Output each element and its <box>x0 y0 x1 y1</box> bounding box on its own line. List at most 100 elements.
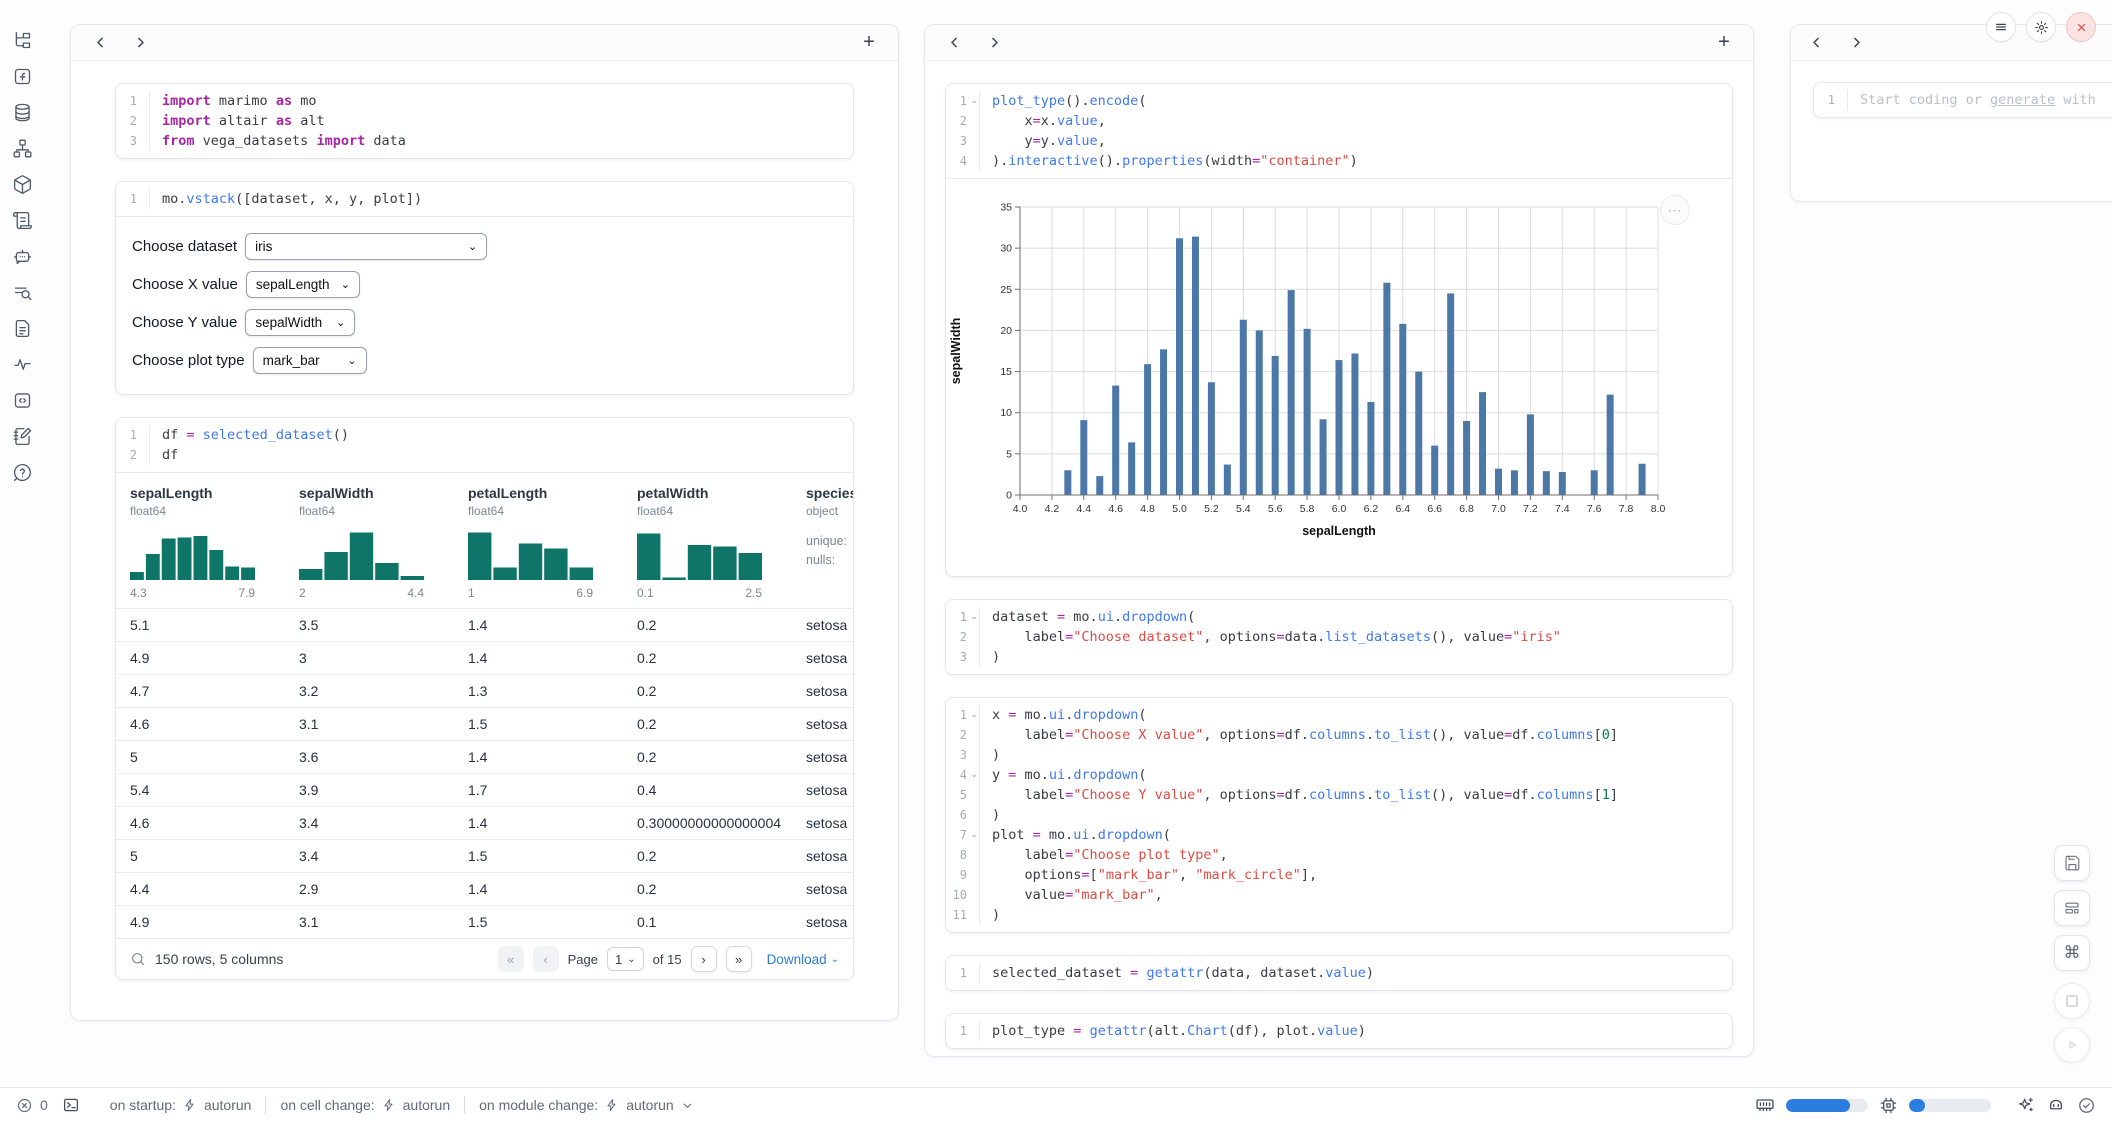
prev-page-button[interactable]: ‹ <box>533 946 559 972</box>
fold-chevron-icon[interactable]: ⌄ <box>970 824 978 844</box>
scratchpad-icon[interactable] <box>11 426 33 447</box>
cell-plot-type: 1plot_type = getattr(alt.Chart(df), plot… <box>945 1013 1733 1049</box>
column-next-button[interactable] <box>1843 30 1869 56</box>
code-editor[interactable]: 1⌄plot_type().encode(2 x=x.value,3 y=y.v… <box>946 84 1732 178</box>
table-row[interactable]: 4.63.41.40.30000000000000004setosa <box>116 806 853 839</box>
table-column-header[interactable]: speciesobjectunique:nulls: <box>806 485 853 600</box>
code-editor[interactable]: 1⌄dataset = mo.ui.dropdown(2 label="Choo… <box>946 600 1732 674</box>
column-prev-button[interactable] <box>1803 30 1829 56</box>
notebook-menu-button[interactable] <box>1986 12 2016 42</box>
add-cell-button[interactable]: + <box>856 30 882 56</box>
tracing-icon[interactable] <box>11 354 33 375</box>
on-cell-change-setting[interactable]: on cell change: autorun <box>280 1097 450 1113</box>
fold-chevron-icon[interactable]: ⌄ <box>970 606 978 626</box>
column-prev-button[interactable] <box>941 30 967 56</box>
table-column-header[interactable]: sepalWidthfloat6424.4 <box>299 485 468 600</box>
terminal-button[interactable] <box>62 1096 80 1114</box>
add-cell-button[interactable]: + <box>1711 30 1737 56</box>
code-editor[interactable]: 1⌄x = mo.ui.dropdown(2 label="Choose X v… <box>946 698 1732 932</box>
code-editor[interactable]: 1 Start coding or generate with <box>1814 90 2112 110</box>
table-cell: 0.30000000000000004 <box>637 815 806 831</box>
svg-text:6.8: 6.8 <box>1459 503 1474 515</box>
search-icon[interactable] <box>130 951 146 967</box>
y-value-select[interactable]: sepalWidth⌄ <box>245 309 355 336</box>
table-cell: 3.1 <box>299 716 468 732</box>
first-page-button[interactable]: « <box>498 946 524 972</box>
code-line: 8 label="Choose plot type", <box>946 845 1732 865</box>
svg-text:35: 35 <box>1000 202 1012 214</box>
last-page-button[interactable]: » <box>726 946 752 972</box>
table-row[interactable]: 4.63.11.50.2setosa <box>116 707 853 740</box>
run-all-button[interactable] <box>2054 1027 2090 1063</box>
code-editor[interactable]: 1selected_dataset = getattr(data, datase… <box>946 956 1732 990</box>
column-next-button[interactable] <box>127 30 153 56</box>
documentation-icon[interactable] <box>11 318 33 339</box>
table-column-header[interactable]: sepalLengthfloat644.37.9 <box>130 485 299 600</box>
table-cell: 5 <box>130 848 299 864</box>
chart-menu-button[interactable]: ⋯ <box>1660 195 1690 225</box>
table-row[interactable]: 4.93.11.50.1setosa <box>116 905 853 938</box>
table-column-header[interactable]: petalWidthfloat640.12.5 <box>637 485 806 600</box>
row-count: 150 rows, 5 columns <box>155 951 283 967</box>
functions-icon[interactable] <box>11 66 33 87</box>
error-indicator[interactable]: 0 <box>16 1097 48 1114</box>
layout-mode-button[interactable] <box>2054 890 2090 926</box>
dataframe-table: sepalLengthfloat644.37.9sepalWidthfloat6… <box>116 472 853 979</box>
fold-chevron-icon[interactable]: ⌄ <box>970 764 978 784</box>
logs-icon[interactable] <box>11 210 33 231</box>
code-editor[interactable]: 1df = selected_dataset()2df <box>116 418 853 472</box>
ai-sparkles-icon[interactable] <box>2016 1096 2035 1115</box>
stop-kernel-button[interactable] <box>2054 983 2090 1019</box>
code-line: 7⌄plot = mo.ui.dropdown( <box>946 825 1732 845</box>
next-page-button[interactable]: › <box>691 946 717 972</box>
code-editor[interactable]: 1mo.vstack([dataset, x, y, plot]) <box>116 182 853 216</box>
table-cell: 1.4 <box>468 881 637 897</box>
settings-gear-button[interactable] <box>2026 12 2056 42</box>
datasources-icon[interactable] <box>11 102 33 123</box>
table-row[interactable]: 4.73.21.30.2setosa <box>116 674 853 707</box>
on-startup-setting[interactable]: on startup: autorun <box>110 1097 252 1113</box>
status-bar: 0 on startup: autorun on cell change: au… <box>0 1087 2112 1122</box>
command-palette-button[interactable]: ⌘ <box>2054 935 2090 971</box>
fold-chevron-icon[interactable]: ⌄ <box>970 90 978 110</box>
generate-ai-link[interactable]: generate <box>1990 92 2055 108</box>
divider <box>464 1096 465 1114</box>
table-row[interactable]: 4.931.40.2setosa <box>116 641 853 674</box>
table-column-header[interactable]: petalLengthfloat6416.9 <box>468 485 637 600</box>
altair-bar-chart[interactable]: 4.04.24.44.64.85.05.25.45.65.86.06.26.46… <box>946 185 1732 571</box>
divider <box>265 1096 266 1114</box>
packages-icon[interactable] <box>11 174 33 195</box>
dataset-select[interactable]: iris⌄ <box>245 233 487 260</box>
connection-check-icon[interactable] <box>2077 1096 2096 1115</box>
cell-imports: 1import marimo as mo2import altair as al… <box>115 83 854 159</box>
help-icon[interactable] <box>11 462 33 483</box>
page-select[interactable]: 1⌄ <box>607 947 644 971</box>
table-row[interactable]: 53.41.50.2setosa <box>116 839 853 872</box>
file-tree-icon[interactable] <box>11 30 33 51</box>
code-line: 1df = selected_dataset() <box>116 425 853 445</box>
table-header: sepalLengthfloat644.37.9sepalWidthfloat6… <box>116 473 853 608</box>
code-editor[interactable]: 1import marimo as mo2import altair as al… <box>116 84 853 158</box>
table-row[interactable]: 5.43.91.70.4setosa <box>116 773 853 806</box>
copilot-icon[interactable] <box>2046 1095 2066 1115</box>
dependencies-icon[interactable] <box>11 138 33 159</box>
plot-type-select[interactable]: mark_bar⌄ <box>253 347 367 374</box>
snippets-icon[interactable] <box>11 282 33 303</box>
code-editor[interactable]: 1plot_type = getattr(alt.Chart(df), plot… <box>946 1014 1732 1048</box>
shutdown-button[interactable] <box>2066 12 2096 42</box>
ai-chat-icon[interactable] <box>11 246 33 267</box>
table-row[interactable]: 4.42.91.40.2setosa <box>116 872 853 905</box>
column-next-button[interactable] <box>981 30 1007 56</box>
column-prev-button[interactable] <box>87 30 113 56</box>
chevron-down-icon: ⌄ <box>347 354 356 367</box>
table-cell: 0.1 <box>637 914 806 930</box>
code-outline-icon[interactable] <box>11 390 33 411</box>
table-row[interactable]: 53.61.40.2setosa <box>116 740 853 773</box>
save-notebook-button[interactable] <box>2054 845 2090 881</box>
svg-text:6.6: 6.6 <box>1427 503 1442 515</box>
table-row[interactable]: 5.13.51.40.2setosa <box>116 608 853 641</box>
x-value-select[interactable]: sepalLength⌄ <box>246 271 360 298</box>
download-button[interactable]: Download⌄ <box>767 952 839 967</box>
fold-chevron-icon[interactable]: ⌄ <box>970 704 978 724</box>
on-module-change-setting[interactable]: on module change: autorun <box>479 1097 694 1113</box>
